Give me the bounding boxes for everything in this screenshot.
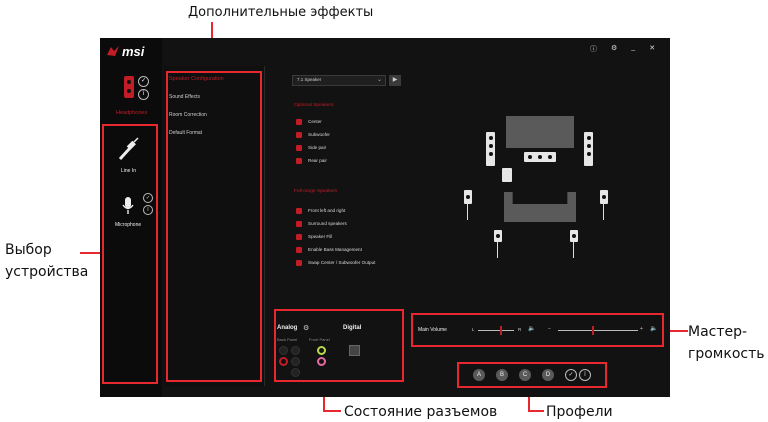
checkbox-subwoofer[interactable] [296,132,302,138]
label-surround: Surround speakers [308,221,347,226]
rear-right-speaker [570,230,578,242]
annotation-master-volume: Мастер- громкость [688,321,765,365]
label-bass-management: Enable Bass Management [308,247,362,252]
front-left-speaker [486,132,495,166]
mic-small-icon: ȋ [138,89,149,100]
full-range-title: Full-range Speakers [294,189,338,194]
stand [573,242,574,258]
checkbox-center[interactable] [296,119,302,125]
stand [497,242,498,258]
highlight-additional-effects [166,71,262,382]
annotation-line [80,252,100,254]
highlight-profiles [457,362,607,388]
close-icon[interactable]: ✕ [649,44,655,54]
info-icon[interactable]: ⓘ [590,44,597,54]
annotation-device-select: Выбор устройства [5,239,88,283]
rear-left-speaker [494,230,502,242]
window-controls: ⓘ ⚙ _ ✕ [590,44,655,54]
label-swap-center-sub: Swap Center / Subwoofer Output [308,260,376,265]
device-headphones[interactable]: ✓ ȋ Headphones [108,72,158,120]
label-speaker-fill: Speaker Fill [308,234,333,239]
minimize-icon[interactable]: _ [631,44,635,54]
checkbox-speaker-fill[interactable] [296,234,302,240]
highlight-main-volume [411,313,664,347]
subwoofer-speaker [502,168,512,182]
speaker-select-dropdown[interactable]: 7.1 Speaker ⌄ [292,75,386,86]
stand [603,204,604,220]
headphone-jack-icon [124,76,134,98]
checkbox-rear-pair[interactable] [296,158,302,164]
annotation-additional-effects: Дополнительные эффекты [188,5,374,20]
side-right-speaker [600,190,608,204]
center-speaker [524,152,556,162]
dragon-icon [107,46,119,56]
checkbox-surround[interactable] [296,221,302,227]
highlight-jack-status [274,309,404,382]
highlight-device-select [102,124,158,384]
front-right-speaker [584,132,593,166]
tv-screen [506,116,574,148]
speaker-layout-diagram [450,108,630,278]
label-side-pair: Side pair [308,145,327,150]
optional-speakers-title: Optional Speakers [294,103,334,108]
brand-name: msi [122,43,145,59]
annotation-line [528,410,544,412]
play-test-button[interactable]: ▶ [389,75,401,86]
side-left-speaker [464,190,472,204]
annotation-master-volume-line1: Мастер- [688,324,748,340]
annotation-master-volume-line2: громкость [688,346,765,362]
annotation-device-select-line1: Выбор [5,242,52,258]
label-center: Center [308,119,322,124]
chevron-down-icon: ⌄ [376,77,382,83]
annotation-profiles: Профели [546,404,613,420]
stand [467,204,468,220]
audio-app-window: msi ✓ ȋ Headphones Line In ✓ ȋ Microphon… [100,38,670,397]
gear-icon[interactable]: ⚙ [611,44,617,54]
checkbox-front-lr[interactable] [296,208,302,214]
annotation-device-select-line2: устройства [5,264,89,280]
checkbox-bass-management[interactable] [296,247,302,253]
brand-logo: msi [106,43,145,59]
speaker-select-value: 7.1 Speaker [297,77,322,82]
label-rear-pair: Rear pair [308,158,327,163]
annotation-jack-status: Состояние разъемов [344,404,498,420]
annotation-line [323,410,341,412]
label-subwoofer: Subwoofer [308,132,330,137]
sofa [504,192,576,222]
checkbox-side-pair[interactable] [296,145,302,151]
label-front-lr: Front left and right [308,208,346,213]
device-label-headphones: Headphones [116,110,148,116]
checkbox-swap-center-sub[interactable] [296,260,302,266]
checkmark-icon: ✓ [138,76,149,87]
